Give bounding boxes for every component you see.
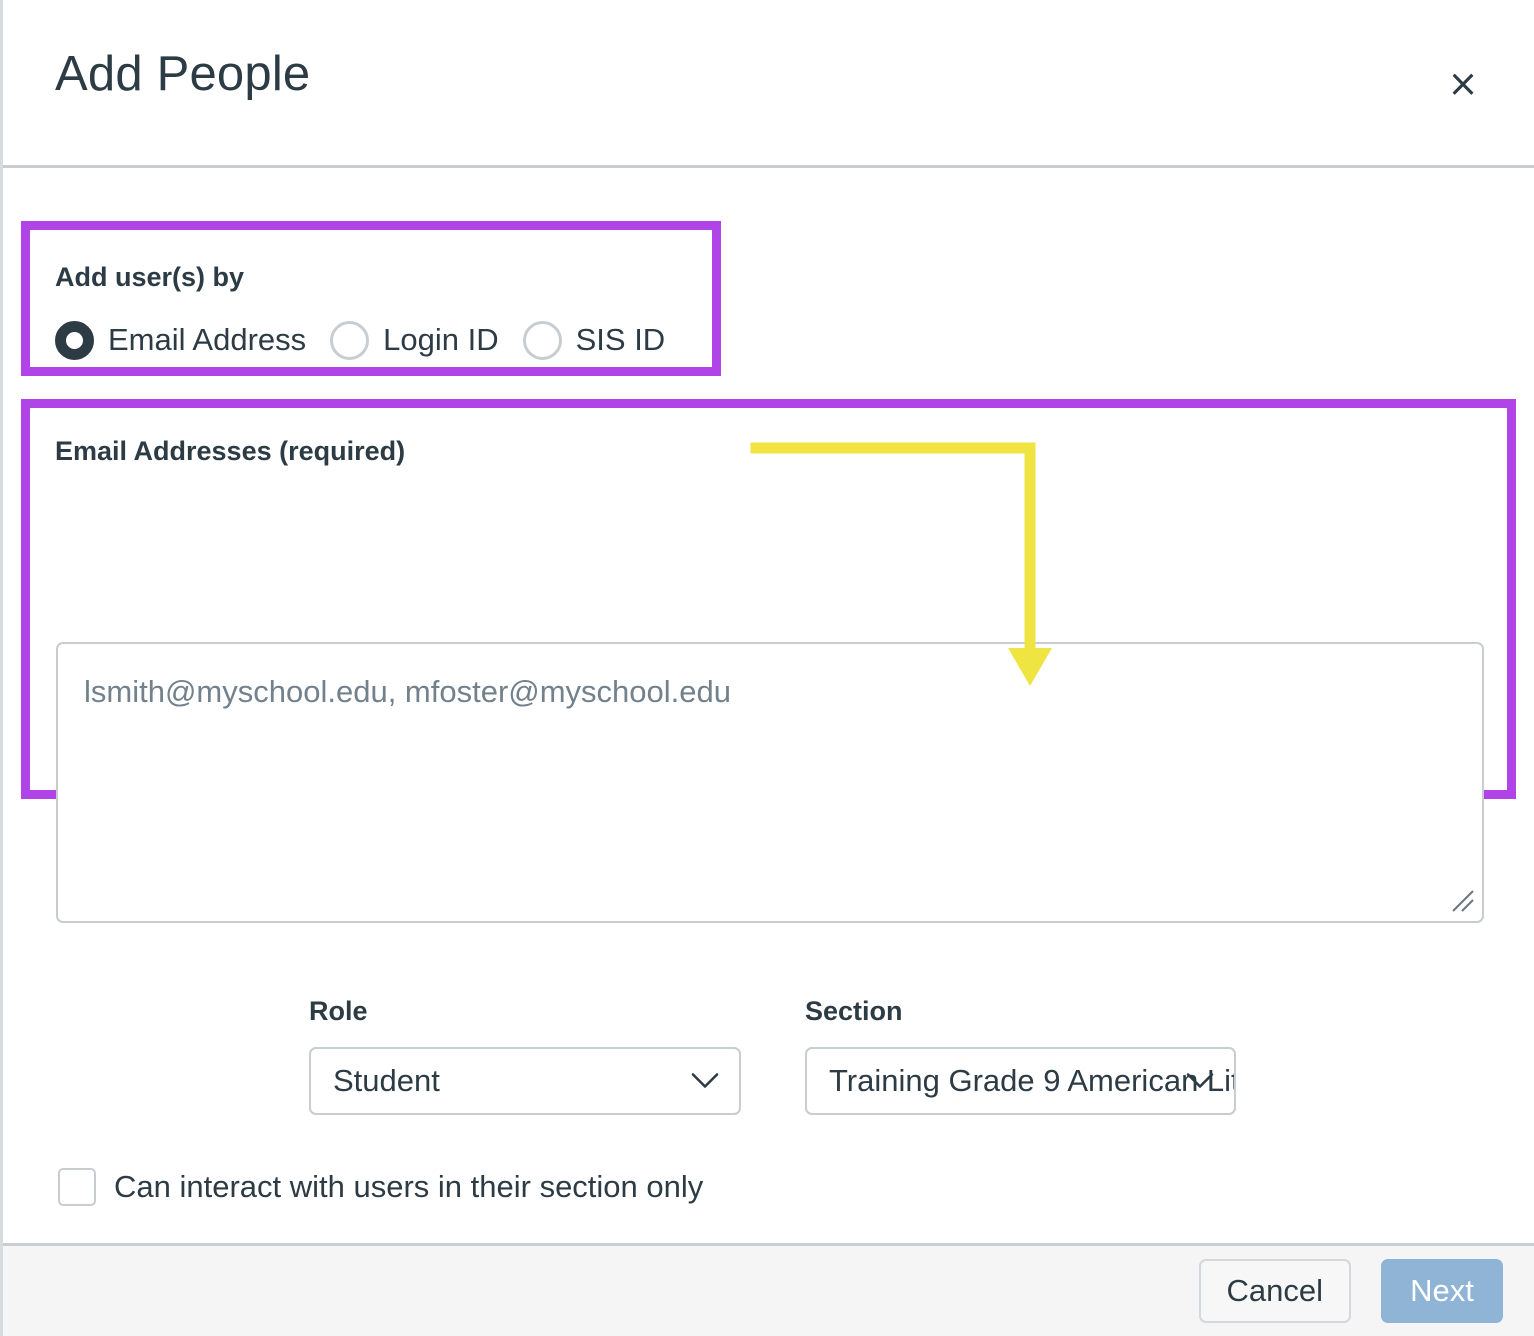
section-group: Section Training Grade 9 American Litera… (805, 998, 1236, 1115)
add-user-by-label: Add user(s) by (55, 262, 245, 292)
page-title: Add People (55, 47, 311, 101)
dialog-footer: Cancel Next (3, 1243, 1534, 1336)
add-people-dialog: Add People × Add user(s) by Email Addres… (0, 0, 1534, 1336)
dialog-header: Add People × (3, 0, 1534, 168)
section-restriction-checkbox-row[interactable]: Can interact with users in their section… (58, 1168, 703, 1206)
chevron-down-icon (691, 1073, 719, 1088)
dialog-body: Add user(s) by Email Address Login ID SI… (3, 168, 1534, 1336)
role-group: Role Student (309, 998, 741, 1115)
close-button[interactable]: × (1436, 56, 1490, 110)
section-select[interactable]: Training Grade 9 American Literature (805, 1047, 1236, 1115)
radio-option-email-address[interactable]: Email Address (55, 320, 307, 360)
close-icon: × (1447, 61, 1479, 105)
checkbox-unchecked-icon[interactable] (58, 1168, 96, 1206)
radio-checked-icon[interactable] (55, 320, 94, 360)
section-selected-value: Training Grade 9 American Literature (829, 1063, 1234, 1098)
radio-unchecked-icon[interactable] (522, 320, 562, 360)
radio-label-login-id: Login ID (383, 322, 499, 357)
next-button[interactable]: Next (1381, 1259, 1503, 1323)
cancel-button[interactable]: Cancel (1198, 1259, 1351, 1323)
email-addresses-textarea[interactable] (56, 642, 1484, 923)
section-restriction-label: Can interact with users in their section… (114, 1169, 704, 1204)
role-label: Role (309, 996, 368, 1026)
add-user-by-radio-group: Email Address Login ID SIS ID (55, 316, 665, 364)
radio-label-sis-id: SIS ID (575, 322, 666, 357)
radio-unchecked-icon[interactable] (330, 320, 370, 360)
role-selected-value: Student (333, 1063, 440, 1098)
chevron-down-icon (1186, 1073, 1214, 1088)
email-addresses-label: Email Addresses (required) (55, 436, 406, 466)
add-user-by-group: Add user(s) by (55, 264, 244, 291)
radio-option-login-id[interactable]: Login ID (330, 320, 499, 360)
radio-option-sis-id[interactable]: SIS ID (522, 320, 666, 360)
section-label: Section (805, 996, 903, 1026)
radio-label-email-address: Email Address (108, 322, 307, 357)
role-select[interactable]: Student (309, 1047, 741, 1115)
